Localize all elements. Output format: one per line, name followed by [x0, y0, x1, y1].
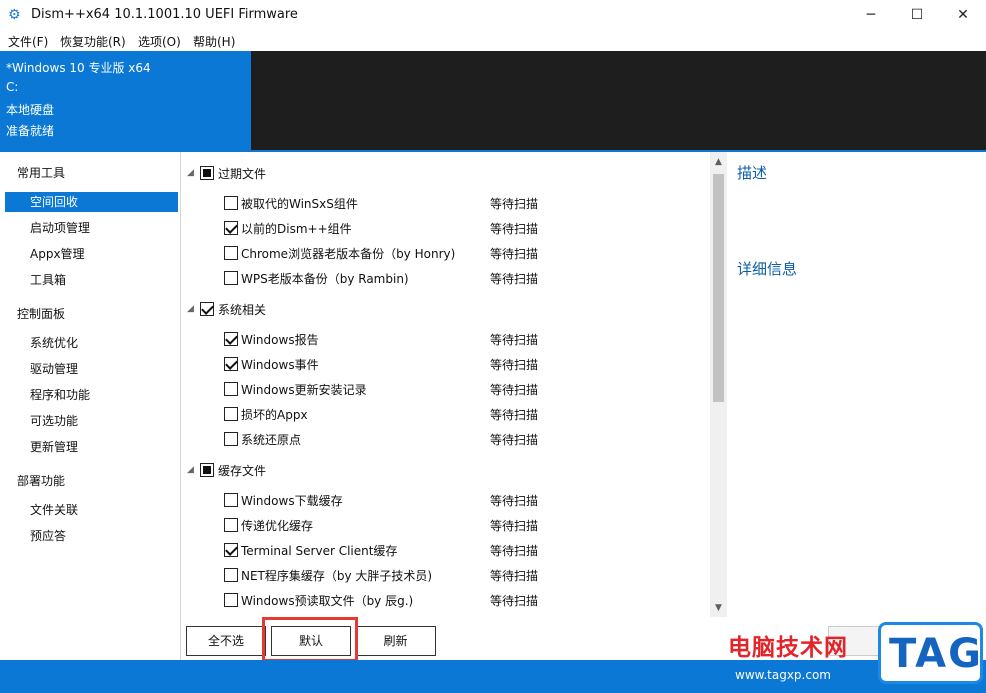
system-info-panel[interactable]: *Windows 10 专业版 x64 C: 本地硬盘 准备就绪	[0, 51, 251, 150]
nav-group-common-tools: 常用工具	[17, 166, 66, 180]
cleanup-list: ◢ 过期文件 被取代的WinSxS组件 等待扫描 以前的Dism++组件 等待扫…	[182, 152, 710, 617]
item-label: Windows报告	[241, 333, 319, 347]
item-label: 系统还原点	[241, 433, 302, 447]
group-label-expired: 过期文件	[218, 167, 267, 181]
watermark-tag-label: TAG	[889, 631, 983, 677]
group-checkbox-system[interactable]	[200, 302, 214, 316]
drive-label: C:	[6, 80, 19, 94]
nav-group-control-panel: 控制面板	[17, 307, 66, 321]
item-status: 等待扫描	[490, 222, 539, 236]
sidebar-item-programs[interactable]: 程序和功能	[5, 385, 178, 405]
scroll-up-icon[interactable]: ▲	[710, 154, 727, 171]
item-label: Windows更新安装记录	[241, 383, 367, 397]
group-checkbox-cache[interactable]	[200, 463, 214, 477]
item-checkbox[interactable]	[224, 518, 238, 532]
sidebar-item-toolbox[interactable]: 工具箱	[5, 270, 178, 290]
disk-label: 本地硬盘	[6, 103, 55, 117]
item-checkbox[interactable]	[224, 432, 238, 446]
watermark-logo: TAG	[878, 622, 983, 684]
vertical-scrollbar[interactable]: ▲ ▼	[710, 152, 727, 617]
highlight-annotation	[262, 617, 358, 662]
sidebar-item-system-optimize[interactable]: 系统优化	[5, 333, 178, 353]
title-bar: ⚙ Dism++x64 10.1.1001.10 UEFI Firmware ─…	[0, 0, 986, 30]
item-status: 等待扫描	[490, 569, 539, 583]
group-label-system: 系统相关	[218, 303, 267, 317]
nav-group-deployment: 部署功能	[17, 474, 66, 488]
status-bar	[0, 660, 986, 693]
details-heading: 详细信息	[737, 260, 798, 278]
item-label: Windows事件	[241, 358, 319, 372]
menu-file[interactable]: 文件(F)	[8, 33, 48, 50]
sidebar-item-startup[interactable]: 启动项管理	[5, 218, 178, 238]
item-label: Windows下载缓存	[241, 494, 343, 508]
maximize-button[interactable]: ☐	[894, 0, 940, 30]
menu-bar: 文件(F) 恢复功能(R) 选项(O) 帮助(H)	[0, 30, 986, 51]
item-checkbox[interactable]	[224, 332, 238, 346]
item-status: 等待扫描	[490, 494, 539, 508]
refresh-button[interactable]: 刷新	[355, 626, 436, 656]
sidebar-item-file-assoc[interactable]: 文件关联	[5, 500, 178, 520]
item-label: 被取代的WinSxS组件	[241, 197, 358, 211]
item-checkbox[interactable]	[224, 271, 238, 285]
os-label: *Windows 10 专业版 x64	[6, 61, 151, 75]
watermark-text: 电脑技术网	[728, 635, 848, 661]
item-label: NET程序集缓存（by 大胖子技术员)	[241, 569, 433, 583]
collapse-arrow-icon[interactable]: ◢	[187, 465, 197, 475]
collapse-arrow-icon[interactable]: ◢	[187, 304, 197, 314]
menu-help[interactable]: 帮助(H)	[193, 33, 235, 50]
item-status: 等待扫描	[490, 433, 539, 447]
item-checkbox[interactable]	[224, 221, 238, 235]
sidebar-item-appx[interactable]: Appx管理	[5, 244, 178, 264]
sidebar-item-drivers[interactable]: 驱动管理	[5, 359, 178, 379]
item-checkbox[interactable]	[224, 543, 238, 557]
item-label: 损坏的Appx	[241, 408, 308, 422]
item-checkbox[interactable]	[224, 246, 238, 260]
item-status: 等待扫描	[490, 408, 539, 422]
minimize-button[interactable]: ─	[848, 0, 894, 30]
sidebar-item-optional-features[interactable]: 可选功能	[5, 411, 178, 431]
item-checkbox[interactable]	[224, 568, 238, 582]
detail-panel: 描述 详细信息	[727, 152, 986, 617]
scroll-thumb[interactable]	[713, 174, 724, 402]
item-label: WPS老版本备份（by Rambin)	[241, 272, 409, 286]
description-heading: 描述	[737, 164, 768, 182]
deselect-all-button[interactable]: 全不选	[186, 626, 266, 656]
close-button[interactable]: ✕	[940, 0, 986, 30]
item-status: 等待扫描	[490, 594, 539, 608]
group-label-cache: 缓存文件	[218, 464, 267, 478]
item-checkbox[interactable]	[224, 357, 238, 371]
item-status: 等待扫描	[490, 197, 539, 211]
item-status: 等待扫描	[490, 333, 539, 347]
group-checkbox-expired[interactable]	[200, 166, 214, 180]
item-label: Windows预读取文件（by 辰g.)	[241, 594, 414, 608]
sidebar-item-answer-file[interactable]: 预应答	[5, 526, 178, 546]
item-checkbox[interactable]	[224, 382, 238, 396]
menu-restore[interactable]: 恢复功能(R)	[60, 33, 126, 50]
scroll-down-icon[interactable]: ▼	[710, 600, 727, 617]
menu-options[interactable]: 选项(O)	[138, 33, 181, 50]
sidebar: 常用工具 空间回收 启动项管理 Appx管理 工具箱 控制面板 系统优化 驱动管…	[0, 152, 181, 660]
item-status: 等待扫描	[490, 544, 539, 558]
watermark-url: www.tagxp.com	[735, 668, 831, 682]
gears-icon: ⚙	[8, 7, 21, 23]
item-checkbox[interactable]	[224, 196, 238, 210]
item-checkbox[interactable]	[224, 407, 238, 421]
item-checkbox[interactable]	[224, 493, 238, 507]
item-label: Terminal Server Client缓存	[241, 544, 398, 558]
item-status: 等待扫描	[490, 247, 539, 261]
item-label: 以前的Dism++组件	[241, 222, 352, 236]
item-status: 等待扫描	[490, 358, 539, 372]
item-status: 等待扫描	[490, 383, 539, 397]
sidebar-item-updates[interactable]: 更新管理	[5, 437, 178, 457]
item-label: 传递优化缓存	[241, 519, 314, 533]
sidebar-item-space-recovery[interactable]: 空间回收	[5, 192, 178, 212]
collapse-arrow-icon[interactable]: ◢	[187, 168, 197, 178]
item-checkbox[interactable]	[224, 593, 238, 607]
status-label: 准备就绪	[6, 124, 55, 138]
item-status: 等待扫描	[490, 272, 539, 286]
item-status: 等待扫描	[490, 519, 539, 533]
item-label: Chrome浏览器老版本备份（by Honry)	[241, 247, 456, 261]
window-title: Dism++x64 10.1.1001.10 UEFI Firmware	[31, 7, 298, 22]
